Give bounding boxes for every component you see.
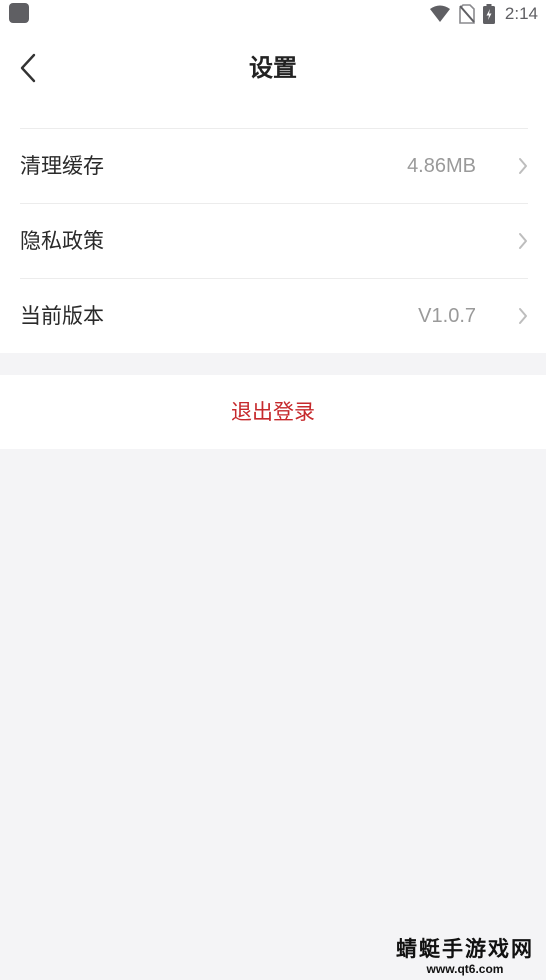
settings-item-clear-cache[interactable]: 清理缓存 4.86MB: [20, 128, 528, 203]
chevron-right-icon: [519, 233, 527, 249]
no-sim-icon: [459, 4, 475, 24]
watermark: 蜻蜓手游戏网 www.qt6.com: [396, 936, 534, 976]
chevron-right-icon: [519, 308, 527, 324]
settings-item-label: 隐私政策: [20, 229, 104, 253]
settings-item-label: 当前版本: [20, 304, 104, 328]
status-time: 2:14: [504, 4, 538, 23]
watermark-url: www.qt6.com: [426, 962, 504, 976]
settings-item-label: 清理缓存: [20, 154, 104, 178]
battery-charging-icon: [482, 4, 495, 24]
settings-list: 清理缓存 4.86MB 隐私政策 当前版本 V1.0.7: [0, 128, 546, 353]
logout-button[interactable]: 退出登录: [0, 375, 546, 449]
page-title: 设置: [249, 54, 297, 82]
status-icons: 2:14: [429, 3, 538, 25]
chevron-right-icon: [519, 158, 527, 174]
logout-label: 退出登录: [231, 400, 315, 424]
settings-item-privacy-policy[interactable]: 隐私政策: [20, 203, 528, 278]
wifi-icon: [429, 5, 450, 22]
watermark-title: 蜻蜓手游戏网: [396, 937, 534, 961]
version-value: V1.0.7: [418, 305, 476, 327]
app-notification-icon: [9, 3, 29, 23]
settings-item-current-version[interactable]: 当前版本 V1.0.7: [20, 278, 528, 353]
cache-size-value: 4.86MB: [407, 155, 476, 177]
status-bar: 2:14: [0, 0, 546, 28]
